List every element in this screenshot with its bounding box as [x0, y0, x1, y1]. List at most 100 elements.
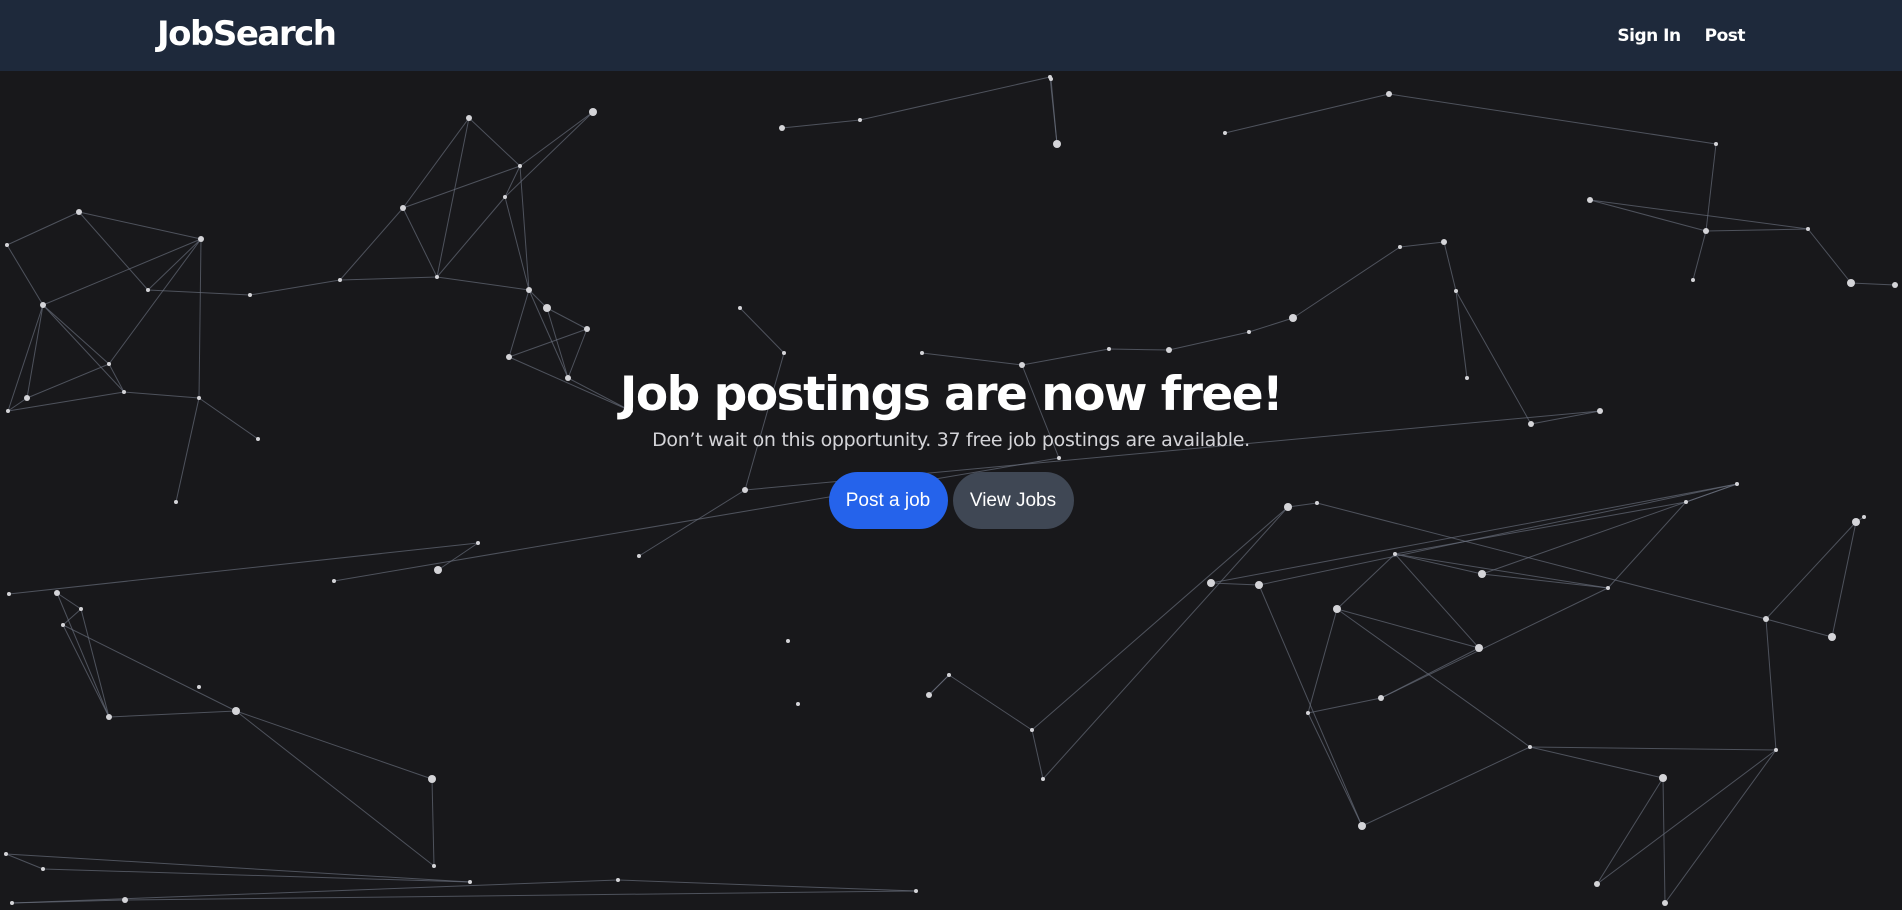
- network-edge: [781, 119, 861, 129]
- network-edge: [62, 624, 110, 718]
- network-edge: [147, 238, 202, 291]
- network-node: [232, 707, 240, 715]
- network-node: [1892, 282, 1898, 288]
- network-node: [506, 354, 512, 360]
- network-edge: [1031, 729, 1044, 780]
- network-edge: [1248, 317, 1294, 333]
- network-edge: [339, 207, 404, 281]
- network-edge: [1596, 777, 1664, 885]
- network-node: [54, 590, 60, 596]
- network-node: [400, 205, 406, 211]
- nav-links: Sign In Post: [1617, 24, 1745, 48]
- network-node: [1289, 314, 1297, 322]
- network-node: [1475, 644, 1483, 652]
- post-job-button[interactable]: Post a job: [828, 472, 948, 529]
- network-node: [1763, 616, 1769, 622]
- network-edge: [1705, 143, 1717, 232]
- hero-title: Job postings are now free!: [619, 367, 1284, 422]
- network-edge: [1380, 587, 1609, 699]
- network-node: [79, 607, 83, 611]
- network-node: [432, 864, 436, 868]
- network-edge: [1664, 749, 1777, 904]
- network-node: [1691, 278, 1695, 282]
- network-edge: [56, 592, 110, 718]
- network-node: [40, 302, 46, 308]
- network-node: [1806, 227, 1810, 231]
- network-edge: [5, 853, 471, 883]
- network-edge: [1388, 93, 1717, 145]
- network-node: [338, 278, 342, 282]
- network-node: [248, 293, 252, 297]
- network-edge: [859, 76, 1051, 121]
- network-edge: [1596, 749, 1777, 885]
- network-edge: [1705, 228, 1809, 232]
- network-node: [1393, 552, 1397, 556]
- network-node: [1478, 570, 1486, 578]
- network-edge: [739, 307, 785, 354]
- network-edge: [1850, 282, 1896, 286]
- network-node: [1049, 77, 1053, 81]
- network-node: [1386, 91, 1392, 97]
- network-node: [503, 195, 507, 199]
- network-edge: [504, 111, 594, 198]
- network-edge: [436, 196, 506, 278]
- network-edge: [1021, 348, 1110, 366]
- network-node: [466, 115, 472, 121]
- network-edge: [436, 276, 530, 291]
- network-edge: [1831, 521, 1857, 638]
- top-navbar: JobSearch Sign In Post: [0, 0, 1902, 71]
- nav-link-sign-in[interactable]: Sign In: [1617, 24, 1681, 48]
- network-node: [1847, 279, 1855, 287]
- network-node: [1053, 140, 1061, 148]
- network-edge: [1361, 746, 1531, 827]
- network-edge: [1307, 697, 1382, 714]
- network-edge: [1443, 241, 1457, 292]
- network-edge: [1662, 777, 1666, 904]
- view-jobs-button[interactable]: View Jobs: [952, 472, 1074, 529]
- network-node: [786, 639, 790, 643]
- network-edge: [1336, 608, 1480, 649]
- network-edge: [1336, 608, 1531, 748]
- network-edge: [1481, 573, 1609, 589]
- network-edge: [42, 304, 110, 365]
- network-edge: [1765, 618, 1777, 751]
- network-node: [1587, 197, 1593, 203]
- network-node: [1378, 695, 1384, 701]
- network-edge: [948, 674, 1033, 731]
- network-edge: [1589, 199, 1809, 230]
- hero-actions: Post a job View Jobs: [0, 472, 1902, 529]
- brand-logo[interactable]: JobSearch: [157, 14, 337, 54]
- network-edge: [1589, 199, 1707, 232]
- network-node: [1528, 745, 1532, 749]
- network-edge: [1307, 712, 1363, 827]
- network-edge: [1394, 553, 1480, 649]
- network-node: [76, 209, 82, 215]
- network-edge: [402, 207, 438, 278]
- network-edge: [468, 117, 521, 167]
- network-node: [7, 592, 11, 596]
- network-edge: [1807, 228, 1852, 284]
- network-edge: [124, 890, 917, 901]
- network-edge: [1050, 78, 1058, 145]
- network-node: [61, 623, 65, 627]
- network-node: [146, 288, 150, 292]
- network-node: [1398, 245, 1402, 249]
- nav-link-post[interactable]: Post: [1705, 24, 1746, 48]
- network-node: [106, 714, 112, 720]
- network-node: [1703, 228, 1709, 234]
- network-edge: [1224, 93, 1390, 134]
- network-edge: [339, 276, 438, 281]
- network-node: [1659, 774, 1667, 782]
- network-node: [434, 566, 442, 574]
- network-edge: [1399, 241, 1445, 248]
- network-edge: [402, 165, 521, 209]
- network-node: [589, 108, 597, 116]
- network-node: [1166, 347, 1172, 353]
- network-node: [858, 118, 862, 122]
- network-edge: [1765, 618, 1833, 638]
- network-node: [1358, 822, 1366, 830]
- network-edge: [78, 211, 202, 240]
- network-node: [1441, 239, 1447, 245]
- network-edge: [249, 279, 341, 296]
- network-node: [947, 673, 951, 677]
